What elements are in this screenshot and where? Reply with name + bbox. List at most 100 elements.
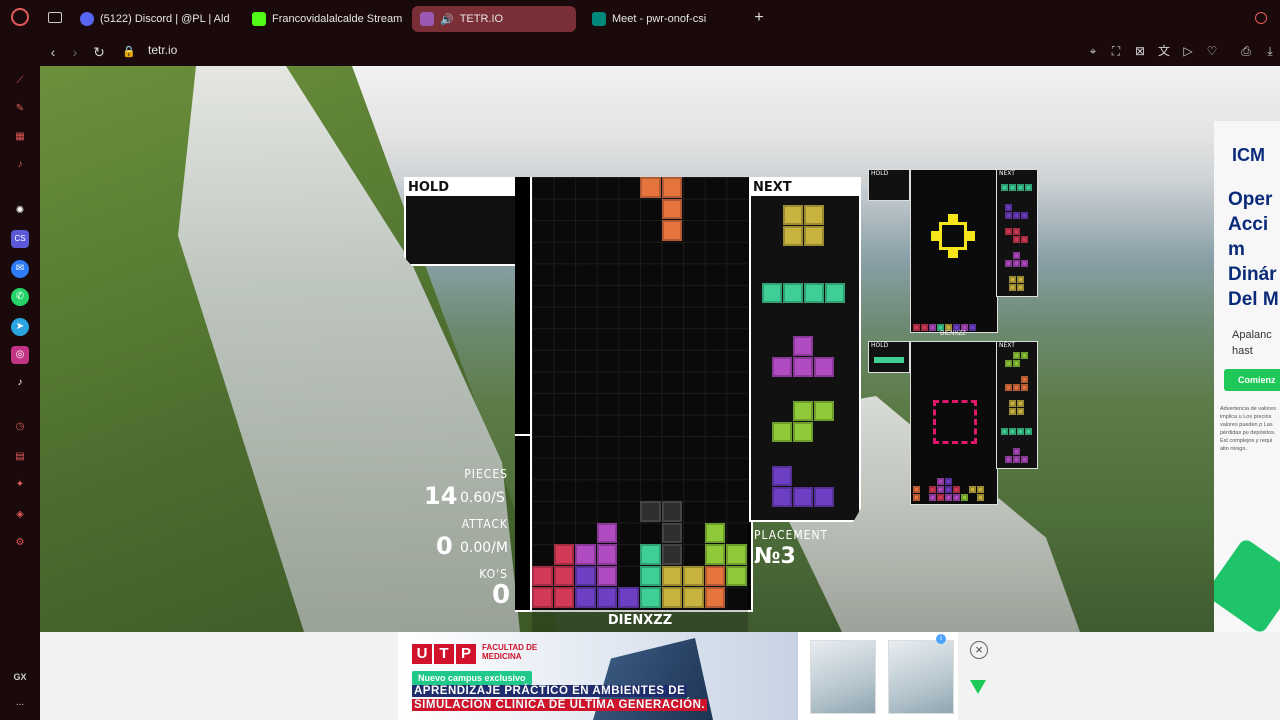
hold-label: HOLD [406,179,517,196]
cs-icon[interactable]: CS [11,230,29,248]
kick-favicon-icon [252,12,266,26]
download-icon[interactable]: ⤓ [1261,42,1279,60]
attack-value: 0 [436,532,453,560]
gx-corner-icon[interactable]: ✎ [11,100,29,118]
next-piece-cell [783,283,803,303]
wallet-icon[interactable]: ⎙ [1237,42,1255,60]
next-piece-cell [825,283,845,303]
opponent-next-cell [1005,228,1012,235]
opponent-next-cell [1009,284,1016,291]
ghost-piece-cell [661,501,683,522]
filter-icon[interactable] [970,680,986,694]
doctors-photo [810,640,876,714]
reload-icon[interactable]: ↻ [89,42,109,62]
tab-meet[interactable]: Meet - pwr-onof-csi [584,6,744,32]
next-piece-cell [772,422,792,442]
history-icon[interactable]: ◷ [11,418,29,436]
opponent-next-cell [1021,376,1028,383]
bookmarks-icon[interactable]: ▤ [11,448,29,466]
stack-cell [596,587,618,608]
side-advertisement[interactable]: ICM Oper Acci m Dinár Del M Apalanc hast… [1214,121,1280,632]
speaker-icon[interactable]: 🔊 [440,13,454,26]
url-field[interactable]: tetr.io [148,43,177,57]
opponent-1-board[interactable] [910,169,998,333]
opponent-next-cell [1009,408,1016,415]
back-icon[interactable]: ‹ [43,42,63,62]
next-piece-cell [772,487,792,507]
tab-tetrio[interactable]: 🔊 TETR.IO [412,6,576,32]
stack-cell [553,544,575,565]
stack-cell [683,587,704,608]
more-icon[interactable]: ... [11,694,29,712]
opponent-cell [913,324,920,331]
opponent-next-cell [1013,456,1020,463]
instagram-icon[interactable]: ◎ [11,346,29,364]
messenger-icon[interactable]: ✉ [11,260,29,278]
opponent-cell [969,486,976,493]
snapshot-icon[interactable]: ⛶ [1107,42,1125,60]
telegram-icon[interactable]: ➤ [11,318,29,336]
ad-info-icon[interactable]: i [936,634,946,644]
tab-discord[interactable]: (5122) Discord | @PL | Ald [72,6,232,32]
game-board[interactable] [532,177,748,609]
falling-piece-cell [661,198,683,220]
settings-icon[interactable]: ⚙ [11,534,29,552]
tetrio-favicon-icon [420,12,434,26]
opponent-1-hold: HOLD [868,169,910,201]
chatgpt-icon[interactable]: ✺ [11,202,29,220]
forward-icon[interactable]: › [65,42,85,62]
opponent-next-cell [1005,260,1012,267]
player-icon[interactable]: ♪ [11,156,29,174]
pieces-label: PIECES [464,467,508,481]
stack-cell [704,544,726,565]
search-icon[interactable] [1255,12,1267,24]
extensions-icon[interactable]: ✦ [11,476,29,494]
opponent-next-cell [1005,212,1012,219]
tetrio-page: HOLD NEXT PIECES 14 0.60/S ATTACK 0 0.00… [40,66,1280,632]
utp-banner-ad[interactable]: U T P FACULTAD DE MEDICINA Nuevo campus … [398,632,958,720]
opponent-cell [953,324,960,331]
opponent-next-cell [1017,400,1024,407]
pin-icon[interactable]: ⌖ [1084,42,1102,60]
tab-title: TETR.IO [459,13,504,25]
twitch-icon[interactable]: ▦ [11,128,29,146]
opponent-cell [953,494,960,501]
gx-badge[interactable]: GX [11,668,29,686]
translate-icon[interactable]: 文 [1155,42,1173,60]
opponent-next-cell [1021,212,1028,219]
stack-cell [683,565,704,587]
new-tab-button[interactable]: + [751,9,767,27]
opponent-next-cell [1017,408,1024,415]
campus-pill: Nuevo campus exclusivo [412,671,532,685]
tab-kick[interactable]: Francovidalalcalde Stream [244,6,404,32]
whatsapp-icon[interactable]: ✆ [11,288,29,306]
next-piece-cell [793,422,813,442]
ad-headline: Oper Acci m Dinár Del M [1228,189,1279,310]
tag-icon[interactable]: ◈ [11,506,29,524]
opera-logo-icon[interactable] [11,8,29,26]
falling-piece-cell [661,177,683,198]
utp-letter: U [412,644,432,664]
ad-cta-button[interactable]: Comienz [1224,369,1280,391]
placement-label: PLACEMENT [754,528,829,542]
close-ad-button[interactable]: × [970,641,988,659]
opponent-cell [929,486,936,493]
heart-icon[interactable]: ♡ [1203,42,1221,60]
next-piece-cell [783,226,803,246]
adblock-icon[interactable]: ⊠ [1131,42,1149,60]
tab-switcher-icon[interactable] [48,12,62,23]
falling-piece-cell [661,220,683,241]
pieces-value: 14 [424,482,458,510]
opponent-2-board[interactable] [910,341,998,505]
opponent-cell [945,478,952,485]
play-icon[interactable]: ▷ [1179,42,1197,60]
opponent-cell [929,324,936,331]
opponent-2-next: NEXT [996,341,1038,469]
opponent-cell [937,494,944,501]
stack-cell [726,565,747,587]
opponent-next-cell [1005,384,1012,391]
tiktok-icon[interactable]: ♪ [11,374,29,392]
ghost-piece-cell [661,544,683,565]
gx-control-icon[interactable]: ⟋ [11,72,29,90]
next-piece-cell [804,283,824,303]
